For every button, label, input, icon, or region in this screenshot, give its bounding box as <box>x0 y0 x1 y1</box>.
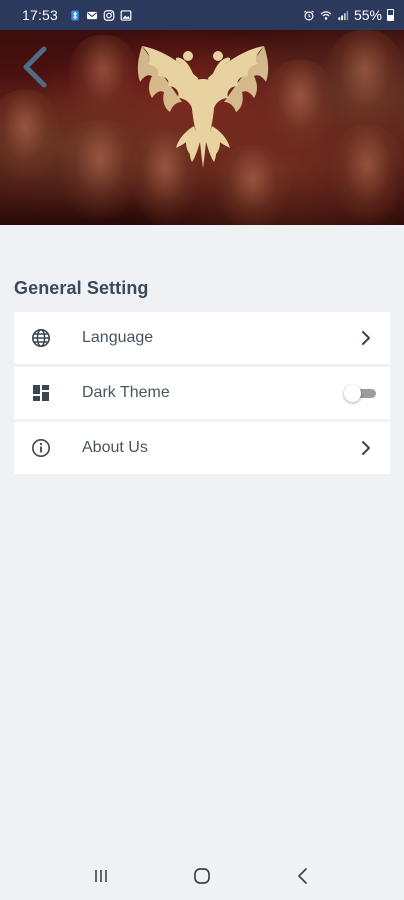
signal-icon <box>337 10 349 21</box>
status-right: 55% <box>303 7 394 23</box>
back-button[interactable] <box>18 44 52 90</box>
portrait-decoration <box>0 90 60 180</box>
chevron-right-icon <box>360 330 374 346</box>
status-time: 17:53 <box>22 7 59 23</box>
recent-apps-icon <box>94 870 107 882</box>
setting-row-about-us[interactable]: About Us <box>14 422 390 474</box>
globe-icon <box>30 327 52 349</box>
system-back-button[interactable] <box>283 856 323 896</box>
back-icon <box>298 868 308 884</box>
info-icon <box>30 437 52 459</box>
chevron-right-icon <box>360 440 374 456</box>
section-title: General Setting <box>14 278 149 298</box>
setting-row-language[interactable]: Language <box>14 312 390 364</box>
wifi-icon <box>320 10 332 21</box>
setting-label-about-us: About Us <box>82 439 148 456</box>
portrait-decoration <box>330 125 404 225</box>
chevron-left-icon <box>23 46 47 88</box>
status-left: 17:53 <box>22 7 132 23</box>
battery-percent: 55% <box>353 7 382 23</box>
portrait-decoration <box>68 35 138 120</box>
home-button[interactable] <box>182 856 222 896</box>
battery-icon <box>387 9 394 21</box>
navigation-bar <box>0 852 404 900</box>
mail-icon <box>86 10 98 21</box>
settings-list: Language Dark Theme About Us <box>14 312 390 474</box>
instagram-icon <box>103 9 115 21</box>
dark-theme-toggle[interactable] <box>344 385 378 402</box>
eagle-emblem <box>137 46 269 168</box>
bluetooth-icon <box>69 9 81 21</box>
status-bar: 17:53 55% <box>0 0 404 30</box>
setting-row-dark-theme[interactable]: Dark Theme <box>14 367 390 419</box>
portrait-decoration <box>60 120 140 220</box>
setting-label-dark-theme: Dark Theme <box>82 384 170 401</box>
alarm-icon <box>303 9 315 21</box>
image-icon <box>120 9 132 21</box>
toggle-knob <box>344 385 361 402</box>
dashboard-icon <box>30 382 52 404</box>
portrait-decoration <box>325 30 404 130</box>
home-icon <box>194 868 210 884</box>
recent-apps-button[interactable] <box>81 856 121 896</box>
setting-label-language: Language <box>82 329 154 346</box>
header-banner <box>0 30 404 225</box>
